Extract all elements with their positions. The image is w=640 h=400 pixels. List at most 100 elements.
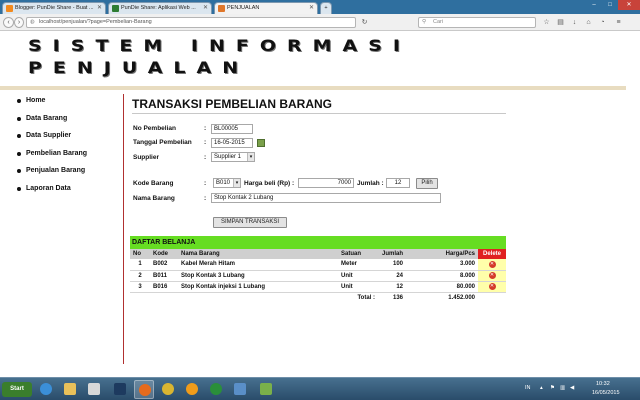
- plus-icon: +: [324, 5, 328, 11]
- url-text: localhost/penjualan/?page=Pembelian-Bara…: [39, 19, 152, 25]
- tanggal-pembelian-label: Tanggal Pembelian: [133, 139, 192, 146]
- language-indicator[interactable]: IN: [525, 385, 531, 391]
- delete-icon[interactable]: ✕: [488, 260, 496, 268]
- page-icon: [218, 5, 225, 12]
- flag-icon[interactable]: ⚑: [550, 385, 555, 391]
- table-row: 1 B002 Kabel Merah Hitam Meter 100 3.000…: [130, 259, 506, 271]
- colon: :: [204, 180, 207, 187]
- cell-jumlah: 12: [378, 281, 406, 293]
- banner-title-line2: Penjualan: [28, 59, 250, 78]
- chrome-icon: [162, 383, 174, 395]
- sidebar-item-data-supplier[interactable]: Data Supplier: [6, 129, 124, 147]
- new-tab-button[interactable]: +: [320, 2, 332, 14]
- table-title: DAFTAR BELANJA: [130, 236, 506, 249]
- tray-arrow-icon[interactable]: ▴: [540, 385, 543, 391]
- taskbar-app[interactable]: [84, 380, 104, 399]
- chat-icon[interactable]: ◔: [598, 18, 607, 27]
- delete-icon[interactable]: ✕: [488, 272, 496, 279]
- globe-icon: ◍: [30, 19, 35, 25]
- bullet-icon: [17, 134, 21, 138]
- search-icon: ⚲: [422, 19, 427, 25]
- system-tray: IN ▴ ⚑ ▥ ◀ 10:32 16/05/2015: [520, 378, 640, 400]
- back-icon[interactable]: ‹: [3, 17, 14, 28]
- jumlah-field[interactable]: 12: [386, 178, 410, 188]
- delete-cell: ✕: [478, 259, 506, 271]
- sidebar-item-penjualan-barang[interactable]: Penjualan Barang: [6, 164, 124, 182]
- browser-tab-pundie[interactable]: PunDie Share: Aplikasi Web ... ✕: [108, 2, 212, 14]
- cell-nama: Stop Kontak 3 Lubang: [178, 270, 338, 282]
- nama-barang-field[interactable]: Stop Kontak 2 Lubang: [211, 193, 441, 203]
- tab-label: Blogger: PunDie Share - Buat ...: [15, 5, 94, 11]
- sidebar-item-label: Data Barang: [26, 114, 68, 122]
- volume-icon[interactable]: ◀: [570, 385, 574, 391]
- address-bar[interactable]: ◍ localhost/penjualan/?page=Pembelian-Ba…: [26, 17, 356, 28]
- browser-tab-blogger[interactable]: Blogger: PunDie Share - Buat ... ✕: [2, 2, 106, 14]
- search-input[interactable]: ⚲ Cari: [418, 17, 536, 28]
- delete-cell: ✕: [478, 281, 506, 293]
- sidebar-item-label: Pembelian Barang: [26, 149, 88, 157]
- clock-time[interactable]: 10:32: [596, 381, 610, 387]
- close-icon[interactable]: ✕: [97, 3, 102, 14]
- col-delete: Delete: [478, 249, 506, 259]
- blogger-icon: [6, 5, 13, 12]
- pilih-button[interactable]: Pilih: [416, 178, 438, 189]
- tab-label: PunDie Share: Aplikasi Web ...: [121, 5, 196, 11]
- taskbar-explorer[interactable]: [60, 380, 80, 399]
- jumlah-label: Jumlah :: [357, 180, 384, 187]
- cell-no: 1: [130, 259, 150, 271]
- browser-tab-bar: Blogger: PunDie Share - Buat ... ✕ PunDi…: [0, 0, 640, 14]
- daftar-belanja-table: No Kode Nama Barang Satuan Jumlah Harga/…: [130, 249, 506, 303]
- tanggal-pembelian-field[interactable]: 16-05-2015: [211, 138, 253, 148]
- taskbar-vlc[interactable]: [182, 380, 202, 399]
- banner-title-line1: Sistem Informasi: [28, 37, 411, 56]
- reload-icon[interactable]: ↻: [360, 18, 369, 27]
- taskbar-app4[interactable]: [256, 380, 276, 399]
- app-icon: [88, 383, 100, 395]
- network-icon[interactable]: ▥: [560, 385, 565, 391]
- total-label: Total :: [357, 294, 375, 301]
- taskbar-chrome[interactable]: [158, 380, 178, 399]
- main-content: TRANSAKSI PEMBELIAN BARANG: [132, 96, 512, 114]
- taskbar-firefox[interactable]: [134, 380, 154, 399]
- cell-satuan: Unit: [338, 270, 378, 282]
- app-icon: [210, 383, 222, 395]
- harga-beli-field[interactable]: 7000: [298, 178, 354, 188]
- menu-icon[interactable]: ≡: [614, 18, 623, 27]
- sidebar-item-laporan-data[interactable]: Laporan Data: [6, 182, 124, 200]
- close-window-icon[interactable]: ✕: [618, 0, 640, 10]
- close-icon[interactable]: ✕: [309, 3, 314, 14]
- download-icon[interactable]: ↓: [570, 18, 579, 27]
- sidebar-item-data-barang[interactable]: Data Barang: [6, 112, 124, 130]
- maximize-icon[interactable]: □: [602, 0, 618, 10]
- supplier-select[interactable]: Supplier 1 ▾: [211, 152, 255, 162]
- total-empty-cell: [478, 292, 506, 303]
- minimize-icon[interactable]: –: [586, 0, 602, 10]
- forward-icon[interactable]: ›: [14, 17, 24, 28]
- kode-barang-select[interactable]: B010 ▾: [213, 178, 241, 188]
- bookmarks-icon[interactable]: ▤: [556, 18, 565, 27]
- taskbar-app2[interactable]: [206, 380, 226, 399]
- sidebar-item-pembelian-barang[interactable]: Pembelian Barang: [6, 147, 124, 165]
- start-button[interactable]: Start: [2, 382, 32, 397]
- delete-icon[interactable]: ✕: [488, 283, 496, 290]
- cell-nama: Stop Kontak injeksi 1 Lubang: [178, 281, 338, 293]
- clock-date[interactable]: 16/05/2015: [592, 390, 620, 396]
- simpan-transaksi-button[interactable]: SIMPAN TRANSAKSI: [213, 217, 287, 228]
- calendar-icon[interactable]: [257, 139, 265, 147]
- browser-tab-penjualan[interactable]: PENJUALAN ✕: [214, 2, 318, 14]
- close-icon[interactable]: ✕: [203, 3, 208, 14]
- sidebar-item-label: Home: [26, 97, 46, 104]
- sidebar-item-home[interactable]: Home: [6, 94, 124, 112]
- taskbar-app3[interactable]: [230, 380, 250, 399]
- no-pembelian-field[interactable]: BL00005: [211, 124, 253, 134]
- taskbar-ie[interactable]: [36, 380, 56, 399]
- star-icon[interactable]: ☆: [542, 18, 551, 27]
- sidebar-item-label: Penjualan Barang: [26, 167, 86, 174]
- col-no: No: [130, 249, 150, 259]
- home-icon[interactable]: ⌂: [584, 18, 593, 27]
- start-label: Start: [10, 386, 24, 392]
- cell-harga: 8.000: [406, 270, 478, 282]
- taskbar-photoshop[interactable]: [110, 380, 130, 399]
- no-pembelian-label: No Pembelian: [133, 125, 176, 132]
- site-icon: [112, 5, 119, 12]
